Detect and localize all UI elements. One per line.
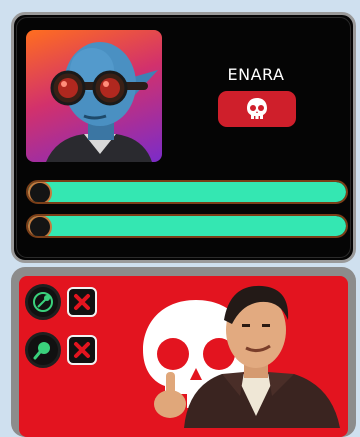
health-bar-fill: [28, 182, 346, 202]
energy-bar-fill: [28, 216, 346, 236]
health-bar: [26, 180, 348, 204]
energy-bar-knob: [28, 216, 52, 236]
enemy-card: ENARA: [11, 12, 356, 263]
close-icon: [74, 294, 90, 310]
ability-row-1: [25, 284, 97, 320]
ability-link-button[interactable]: [25, 284, 61, 320]
action-panel-inner: [19, 276, 348, 437]
link-icon: [33, 292, 53, 312]
enemy-name: ENARA: [227, 65, 285, 84]
energy-bar: [26, 214, 348, 238]
alien-avatar: [46, 42, 158, 162]
character-figure: [154, 285, 340, 428]
action-panel: [11, 267, 356, 437]
ability-row-2: [25, 332, 97, 368]
skull-icon: [247, 98, 267, 119]
magnifier-icon: [33, 342, 50, 360]
close-icon: [74, 342, 90, 358]
ability-1-locked-badge: [67, 287, 97, 317]
health-bar-knob: [28, 182, 52, 202]
ability-2-locked-badge: [67, 335, 97, 365]
enemy-portrait[interactable]: [26, 30, 162, 162]
status-badge[interactable]: [218, 91, 296, 127]
ability-search-button[interactable]: [25, 332, 61, 368]
